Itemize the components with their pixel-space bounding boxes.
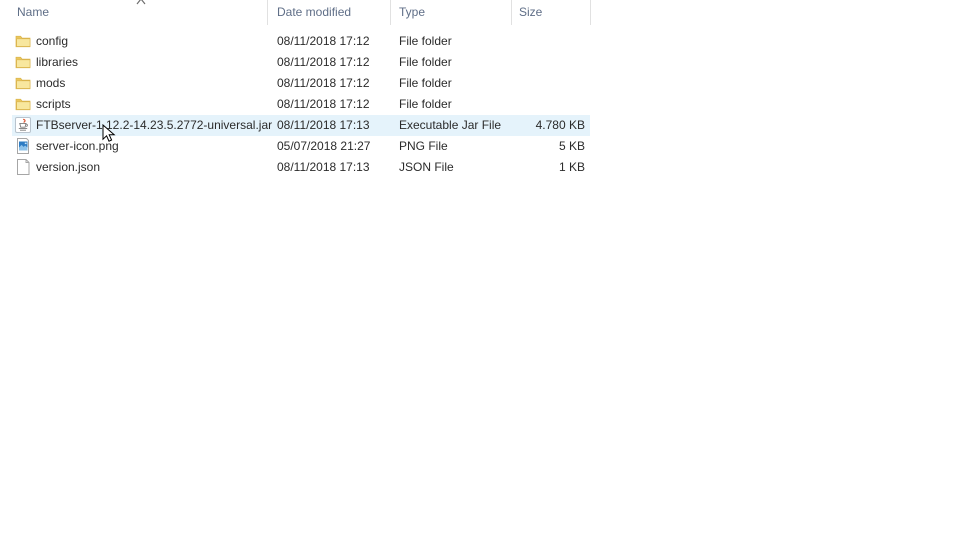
column-separator[interactable] [390,0,391,25]
date-modified-cell: 08/11/2018 17:12 [277,52,370,73]
table-row[interactable]: scripts 08/11/2018 17:12 File folder [0,94,972,115]
jar-file-icon [15,117,31,133]
column-header-date-modified[interactable]: Date modified [277,0,351,25]
type-cell: File folder [399,94,452,115]
date-modified-cell: 08/11/2018 17:12 [277,31,370,52]
size-cell: 4.780 KB [511,115,585,136]
type-cell: File folder [399,52,452,73]
column-separator[interactable] [511,0,512,25]
size-cell [511,73,585,94]
file-name-cell: scripts [36,94,71,115]
file-name-cell: mods [36,73,65,94]
column-header-size[interactable]: Size [519,0,542,25]
table-row[interactable]: mods 08/11/2018 17:12 File folder [0,73,972,94]
type-cell: Executable Jar File [399,115,501,136]
size-cell [511,52,585,73]
type-cell: File folder [399,73,452,94]
table-row[interactable]: config 08/11/2018 17:12 File folder [0,31,972,52]
date-modified-cell: 08/11/2018 17:13 [277,115,370,136]
column-header-type-label: Type [399,5,425,19]
size-cell [511,94,585,115]
chevron-up-icon [135,0,147,6]
date-modified-cell: 08/11/2018 17:12 [277,94,370,115]
file-name-cell: config [36,31,68,52]
column-header-name-label: Name [17,5,49,19]
type-cell: File folder [399,31,452,52]
file-name-cell: FTBserver-1.12.2-14.23.5.2772-universal.… [36,115,272,136]
table-row[interactable]: libraries 08/11/2018 17:12 File folder [0,52,972,73]
column-separator[interactable] [267,0,268,25]
file-name-cell: libraries [36,52,78,73]
column-header-name[interactable]: Name [17,0,49,25]
column-headers: Name Date modified Type Size [0,0,972,25]
json-file-icon [15,159,31,175]
date-modified-cell: 08/11/2018 17:12 [277,73,370,94]
file-name-cell: server-icon.png [36,136,119,157]
column-separator[interactable] [590,0,591,25]
png-file-icon [15,138,31,154]
table-row[interactable]: FTBserver-1.12.2-14.23.5.2772-universal.… [0,115,972,136]
column-header-type[interactable]: Type [399,0,425,25]
folder-icon [15,54,31,70]
folder-icon [15,33,31,49]
type-cell: JSON File [399,157,454,178]
size-cell: 1 KB [511,157,585,178]
table-row[interactable]: version.json 08/11/2018 17:13 JSON File … [0,157,972,178]
date-modified-cell: 05/07/2018 21:27 [277,136,370,157]
column-header-size-label: Size [519,5,542,19]
table-row[interactable]: server-icon.png 05/07/2018 21:27 PNG Fil… [0,136,972,157]
file-name-cell: version.json [36,157,100,178]
folder-icon [15,96,31,112]
folder-icon [15,75,31,91]
file-explorer-list-view: { "columns": { "name": { "label": "Name"… [0,0,972,544]
size-cell [511,31,585,52]
date-modified-cell: 08/11/2018 17:13 [277,157,370,178]
type-cell: PNG File [399,136,448,157]
size-cell: 5 KB [511,136,585,157]
column-header-date-label: Date modified [277,5,351,19]
